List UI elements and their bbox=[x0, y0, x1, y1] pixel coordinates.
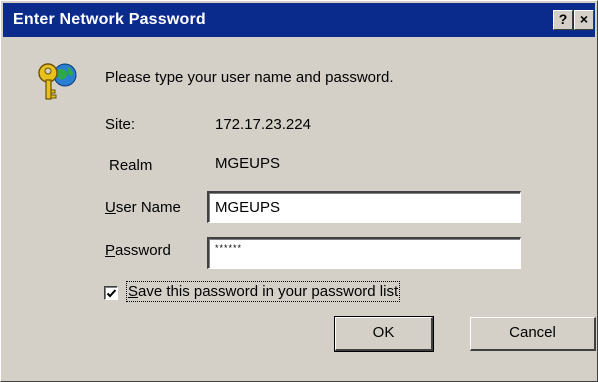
username-input[interactable] bbox=[207, 191, 521, 223]
save-password-label[interactable]: Save this password in your password list bbox=[125, 281, 401, 302]
site-value: 172.17.23.224 bbox=[215, 116, 311, 133]
check-icon bbox=[106, 289, 117, 298]
username-label-accel: U bbox=[105, 199, 116, 216]
save-password-label-rest: ave this password in your password list bbox=[138, 283, 399, 300]
ok-button[interactable]: OK bbox=[334, 316, 434, 352]
network-password-dialog: Enter Network Password ? × Please type y… bbox=[0, 0, 598, 382]
titlebar[interactable]: Enter Network Password ? × bbox=[3, 3, 595, 37]
close-button[interactable]: × bbox=[574, 10, 594, 30]
password-label-rest: assword bbox=[115, 242, 171, 259]
prompt-text: Please type your user name and password. bbox=[105, 69, 394, 86]
cancel-button[interactable]: Cancel bbox=[470, 317, 596, 351]
username-label: User Name bbox=[105, 199, 181, 216]
help-button[interactable]: ? bbox=[553, 10, 573, 30]
username-label-rest: ser Name bbox=[115, 199, 181, 216]
password-input[interactable]: ****** bbox=[207, 237, 521, 269]
password-label-accel: P bbox=[105, 242, 116, 259]
password-label: Password bbox=[105, 242, 171, 259]
realm-value: MGEUPS bbox=[215, 155, 281, 172]
key-icon bbox=[35, 57, 81, 103]
save-password-label-accel: S bbox=[128, 283, 139, 300]
realm-label: Realm bbox=[109, 157, 153, 174]
dialog-title: Enter Network Password bbox=[13, 11, 206, 28]
save-password-checkbox[interactable] bbox=[104, 286, 118, 300]
site-label: Site: bbox=[105, 116, 136, 133]
